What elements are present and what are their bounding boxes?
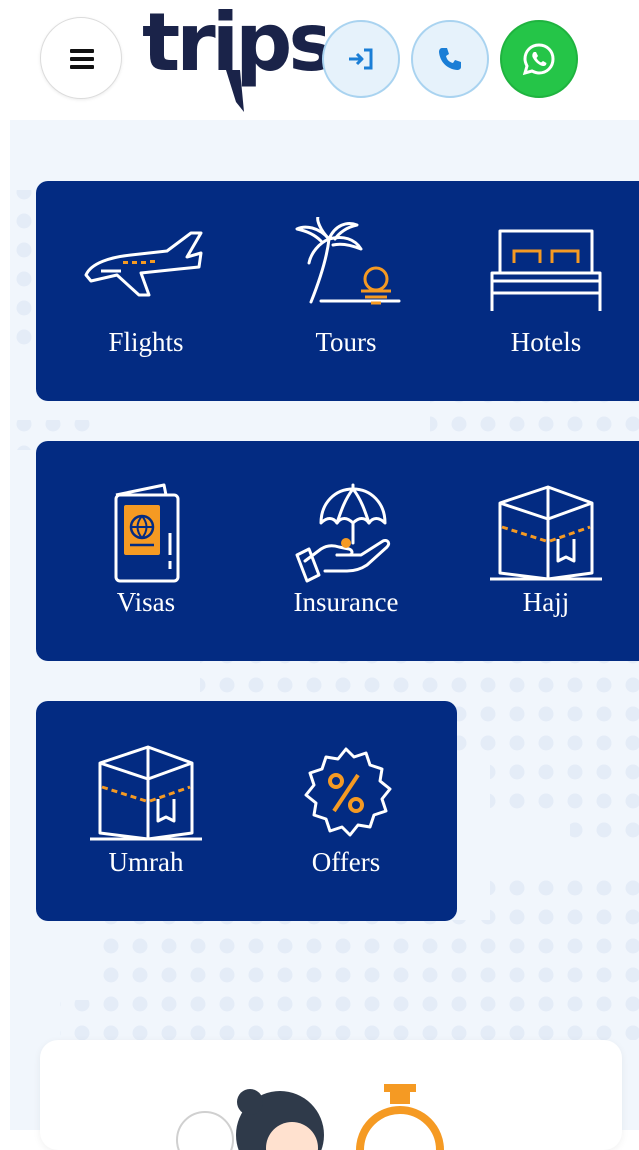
service-tile-visas[interactable]: Visas: [46, 441, 246, 661]
whatsapp-icon: [522, 43, 555, 76]
phone-icon: [439, 48, 461, 70]
service-label-visas: Visas: [116, 587, 176, 617]
service-label-umrah: Umrah: [108, 847, 184, 877]
service-label-offers: Offers: [311, 847, 381, 877]
whatsapp-button[interactable]: [500, 20, 578, 98]
menu-button[interactable]: [40, 17, 122, 99]
palm-beach-icon: [295, 217, 401, 305]
hamburger-icon: [70, 49, 94, 69]
service-tile-insurance[interactable]: Insurance: [246, 441, 446, 661]
umbrella-hand-icon: [295, 483, 391, 583]
service-tile-umrah[interactable]: Umrah: [46, 701, 246, 921]
support-card: [40, 1040, 622, 1150]
trips-logo[interactable]: trips: [140, 0, 336, 112]
kaaba-icon: [490, 485, 602, 581]
services-row-2: Visas Insurance Hajj: [36, 441, 639, 661]
service-label-flights: Flights: [108, 327, 184, 357]
login-button[interactable]: [322, 20, 400, 98]
service-tile-hotels[interactable]: Hotels: [446, 181, 639, 401]
service-label-insurance: Insurance: [293, 587, 399, 617]
service-tile-offers[interactable]: Offers: [246, 701, 446, 921]
call-button[interactable]: [411, 20, 489, 98]
service-label-tours: Tours: [315, 327, 377, 357]
service-label-hotels: Hotels: [510, 327, 582, 357]
kaaba-icon: [90, 745, 202, 841]
header: trips: [0, 0, 639, 118]
services-row-3: Umrah Offers: [36, 701, 457, 921]
service-label-hajj: Hajj: [522, 587, 570, 617]
bed-icon: [490, 229, 602, 311]
login-icon: [349, 48, 373, 70]
service-tile-tours[interactable]: Tours: [246, 181, 446, 401]
service-tile-hajj[interactable]: Hajj: [446, 441, 639, 661]
service-tile-flights[interactable]: Flights: [46, 181, 246, 401]
percent-badge-icon: [304, 747, 392, 837]
support-illustration: [176, 1084, 444, 1150]
trips-logo-mark: trips: [142, 0, 336, 112]
services-row-1: Flights Tours Hotels: [36, 181, 639, 401]
passport-icon: [114, 483, 180, 583]
airplane-icon: [84, 231, 203, 297]
